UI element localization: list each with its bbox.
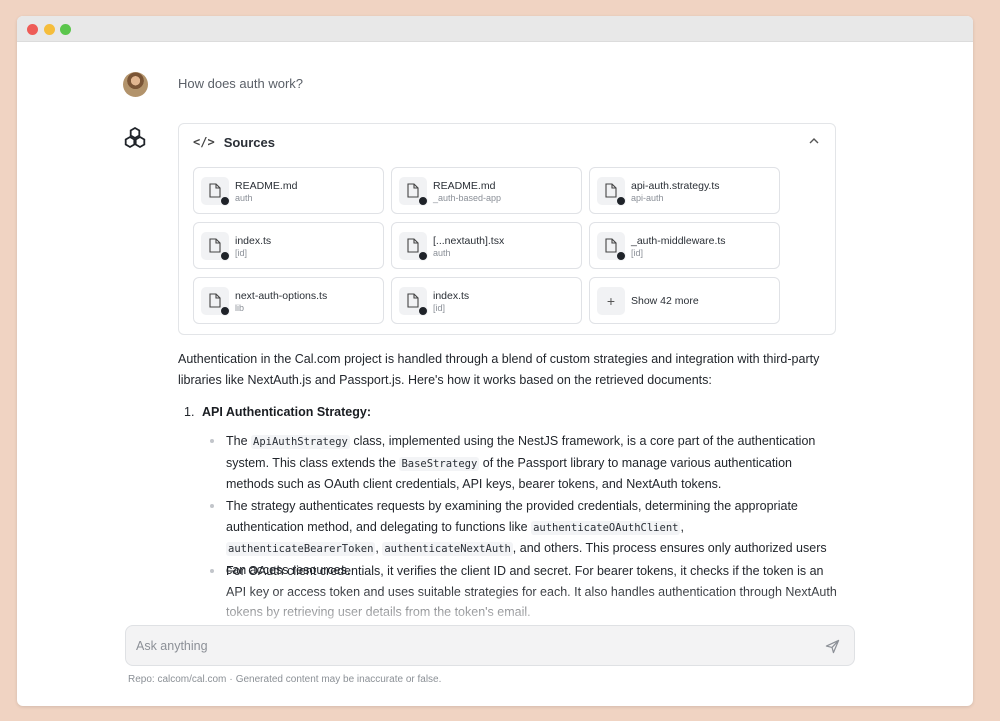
- source-card[interactable]: next-auth-options.ts lib: [193, 277, 384, 324]
- chevron-up-icon[interactable]: [807, 134, 821, 148]
- inline-code: authenticateNextAuth: [382, 542, 513, 556]
- file-icon: [399, 177, 428, 206]
- minimize-window-button[interactable]: [44, 24, 55, 35]
- show-more-label: Show 42 more: [631, 295, 699, 307]
- title-bar: [17, 16, 973, 42]
- sources-header[interactable]: </> Sources: [193, 134, 275, 150]
- text-run: The strategy authenticates requests by e…: [226, 499, 798, 534]
- inline-code: BaseStrategy: [399, 456, 480, 471]
- source-name: next-auth-options.ts: [235, 290, 328, 302]
- sources-panel: </> Sources README.md auth README.md _au…: [178, 123, 836, 335]
- source-name: [...nextauth].tsx: [433, 235, 505, 247]
- source-card[interactable]: _auth-middleware.ts [id]: [589, 222, 780, 269]
- source-name: api-auth.strategy.ts: [631, 180, 720, 192]
- send-icon[interactable]: [825, 639, 840, 654]
- footer-separator: ·: [229, 674, 233, 685]
- list-number: 1.: [184, 405, 195, 419]
- source-name: _auth-middleware.ts: [631, 235, 726, 247]
- file-icon: [201, 177, 230, 206]
- inline-code: authenticateOAuthClient: [531, 520, 681, 535]
- source-path: [id]: [631, 248, 644, 258]
- source-path: auth: [433, 248, 451, 258]
- file-icon: [201, 232, 230, 261]
- github-icon: [616, 196, 626, 206]
- source-path: _auth-based-app: [433, 193, 502, 203]
- github-icon: [220, 196, 230, 206]
- github-icon: [418, 306, 428, 316]
- source-name: README.md: [433, 180, 496, 192]
- show-more-button[interactable]: + Show 42 more: [589, 277, 780, 324]
- assistant-logo-icon: [124, 126, 146, 149]
- file-icon: [597, 177, 626, 206]
- github-icon: [418, 196, 428, 206]
- scroll-fade: [17, 586, 973, 626]
- repo-label: Repo: calcom/cal.com: [128, 674, 227, 685]
- app-window: How does auth work? </> Sources README.m…: [17, 16, 973, 706]
- source-name: README.md: [235, 180, 298, 192]
- answer-intro: Authentication in the Cal.com project is…: [178, 352, 820, 387]
- text-run: The: [226, 434, 252, 448]
- source-name: index.ts: [235, 235, 272, 247]
- github-icon: [418, 251, 428, 261]
- source-path: api-auth: [631, 193, 664, 203]
- inline-code: ApiAuthStrategy: [251, 435, 350, 449]
- sources-title: Sources: [223, 134, 275, 150]
- file-icon: [399, 232, 428, 261]
- source-path: [id]: [433, 303, 446, 313]
- source-path: [id]: [235, 248, 248, 258]
- github-icon: [220, 306, 230, 316]
- source-card[interactable]: README.md _auth-based-app: [391, 167, 582, 214]
- inline-code: authenticateBearerToken: [226, 542, 376, 556]
- close-window-button[interactable]: [27, 24, 38, 35]
- footer-note: Repo: calcom/cal.com · Generated content m…: [128, 674, 441, 685]
- file-icon: [597, 232, 626, 261]
- source-card[interactable]: README.md auth: [193, 167, 384, 214]
- file-icon: [399, 287, 428, 316]
- github-icon: [220, 251, 230, 261]
- list-item-title: API Authentication Strategy:: [202, 405, 371, 419]
- code-icon: </>: [193, 135, 215, 149]
- text-run: ,: [680, 519, 684, 534]
- source-card[interactable]: [...nextauth].tsx auth: [391, 222, 582, 269]
- source-path: auth: [235, 193, 253, 203]
- user-avatar: [123, 72, 148, 97]
- source-name: index.ts: [433, 290, 470, 302]
- maximize-window-button[interactable]: [60, 24, 71, 35]
- source-card[interactable]: index.ts [id]: [193, 222, 384, 269]
- source-path: lib: [235, 303, 245, 313]
- bullet-item: The ApiAuthStrategy class, implemented u…: [210, 431, 838, 495]
- source-card[interactable]: api-auth.strategy.ts api-auth: [589, 167, 780, 214]
- source-card[interactable]: index.ts [id]: [391, 277, 582, 324]
- chat-input-box[interactable]: [125, 625, 855, 666]
- disclaimer-text: Generated content may be inaccurate or f…: [235, 674, 442, 685]
- user-question: How does auth work?: [178, 76, 304, 91]
- file-icon: [201, 287, 230, 316]
- github-icon: [616, 251, 626, 261]
- chat-input[interactable]: [136, 636, 796, 656]
- plus-icon: +: [597, 287, 625, 315]
